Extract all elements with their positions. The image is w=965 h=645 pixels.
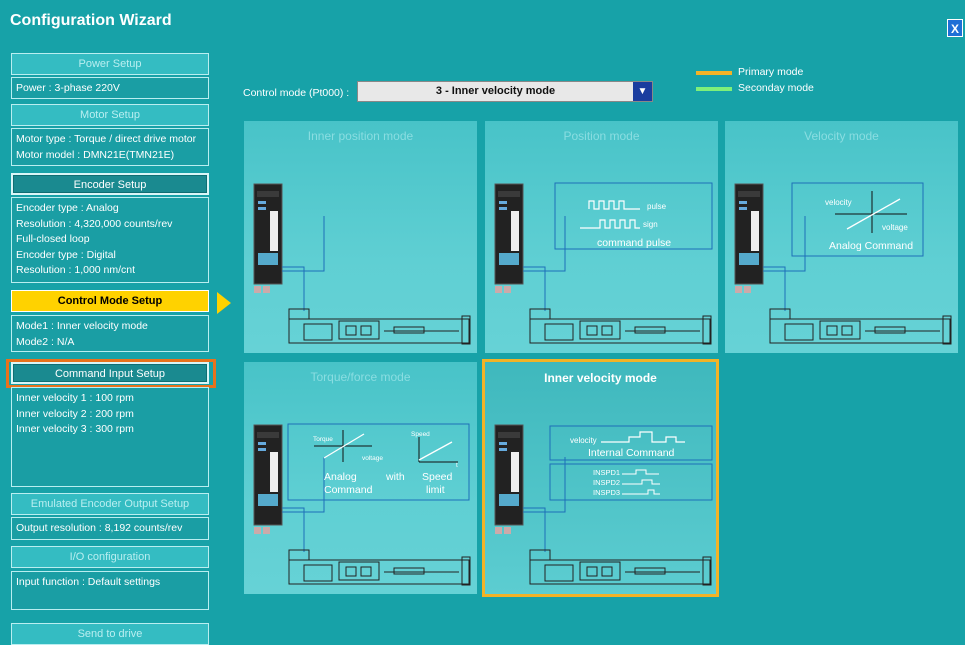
window-title: Configuration Wizard: [10, 12, 172, 29]
servo-drive-icon: [253, 183, 283, 293]
internal-command-diagram: velocity Internal Command INSPD1 INSPD2 …: [549, 425, 713, 501]
inspd2-label: INSPD2: [593, 478, 620, 487]
encoder-line: Resolution : 4,320,000 counts/rev: [16, 217, 173, 230]
encoder-setup-button[interactable]: Encoder Setup: [11, 173, 209, 195]
pulse-wave-icon: [588, 200, 640, 210]
inspd3-wave: [622, 489, 660, 495]
io-configuration-button[interactable]: I/O configuration: [11, 546, 209, 568]
analog-command-diagram: velocity voltage Analog Command: [791, 182, 924, 257]
control-mode-label: Control mode (Pt000) :: [243, 87, 350, 99]
legend-secondary-label: Seconday mode: [738, 82, 814, 94]
velocity-step-icon: [601, 431, 685, 443]
inspd1-wave: [622, 469, 659, 475]
command-input-highlight: [6, 359, 216, 388]
encoder-info: Encoder type : Analog Resolution : 4,320…: [11, 197, 209, 283]
command-input-info: Inner velocity 1 : 100 rpm Inner velocit…: [11, 387, 209, 487]
with-caption: with: [385, 471, 405, 483]
speed-slope: [418, 441, 453, 461]
velocity-label: velocity: [570, 436, 597, 445]
inner-velocity-line: Inner velocity 3 : 300 rpm: [16, 423, 134, 435]
secondary-swatch: [696, 87, 732, 91]
encoder-line: Encoder type : Analog: [16, 202, 119, 214]
io-info: Input function : Default settings: [11, 571, 209, 610]
mode2-line: Mode2 : N/A: [16, 335, 75, 348]
inner-velocity-mode-panel[interactable]: Inner velocity mode velocity Internal Co…: [482, 359, 719, 597]
torque-force-mode-panel[interactable]: Torque/force mode Torque voltage Speed t: [244, 362, 477, 594]
sign-label: sign: [643, 220, 658, 229]
inner-position-mode-panel[interactable]: Inner position mode: [244, 121, 477, 353]
velocity-mode-panel[interactable]: Velocity mode velocity voltage Analog Co…: [725, 121, 958, 353]
torque-axis-label: Torque: [313, 436, 333, 443]
drive-stage-illustration: [253, 183, 471, 345]
command-pulse-caption: command pulse: [597, 237, 671, 249]
send-to-drive-button[interactable]: Send to drive: [11, 623, 209, 645]
emulated-encoder-info: Output resolution : 8,192 counts/rev: [11, 517, 209, 540]
encoder-setup-label: Encoder Setup: [73, 179, 147, 191]
motor-model-line: Motor model : DMN21E(TMN21E): [16, 148, 175, 161]
inner-velocity-line: Inner velocity 1 : 100 rpm: [16, 392, 134, 404]
inspd3-label: INSPD3: [593, 488, 620, 497]
command-caption: Command: [324, 484, 373, 496]
position-mode-panel[interactable]: Position mode pulse sign command pulse: [485, 121, 718, 353]
encoder-line: Encoder type : Digital: [16, 248, 116, 261]
analog-command-caption: Analog Command: [829, 240, 913, 252]
input-function-line: Input function : Default settings: [16, 576, 161, 588]
torque-command-diagram: Torque voltage Speed t Analog Command wi…: [287, 423, 470, 501]
control-mode-select[interactable]: 3 - Inner velocity mode ▼: [357, 81, 653, 102]
inspd1-label: INSPD1: [593, 468, 620, 477]
motor-setup-button[interactable]: Motor Setup: [11, 104, 209, 126]
speed-caption: Speed: [422, 471, 453, 483]
speed-axis-label: Speed: [411, 431, 430, 438]
limit-caption: limit: [426, 484, 445, 496]
speed-time-label: t: [456, 462, 458, 469]
velocity-axis-label: velocity: [825, 198, 852, 207]
diagram-frame: [549, 463, 713, 501]
sign-wave-icon: [580, 219, 640, 229]
mode1-line: Mode1 : Inner velocity mode: [16, 320, 148, 332]
power-info: Power : 3-phase 220V: [11, 77, 209, 99]
inner-velocity-line: Inner velocity 2 : 200 rpm: [16, 407, 134, 420]
legend-primary-label: Primary mode: [738, 66, 804, 78]
power-setup-button[interactable]: Power Setup: [11, 53, 209, 75]
current-step-arrow: [217, 292, 231, 314]
encoder-line: Resolution : 1,000 nm/cnt: [16, 264, 136, 276]
chevron-down-icon[interactable]: ▼: [633, 82, 652, 101]
output-resolution-line: Output resolution : 8,192 counts/rev: [16, 522, 183, 534]
motor-info: Motor type : Torque / direct drive motor…: [11, 128, 209, 166]
linear-stage-icon: [288, 308, 471, 345]
internal-command-caption: Internal Command: [588, 447, 675, 459]
command-pulse-diagram: pulse sign command pulse: [554, 182, 713, 250]
primary-swatch: [696, 71, 732, 75]
torque-voltage-label: voltage: [362, 455, 383, 462]
close-button[interactable]: X: [947, 19, 963, 37]
emulated-encoder-setup-button[interactable]: Emulated Encoder Output Setup: [11, 493, 209, 515]
power-line: Power : 3-phase 220V: [16, 82, 120, 94]
pulse-label: pulse: [647, 202, 667, 211]
title-bar: Configuration Wizard: [0, 0, 965, 42]
control-mode-setup-button[interactable]: Control Mode Setup: [11, 290, 209, 312]
motor-type-line: Motor type : Torque / direct drive motor: [16, 133, 197, 145]
control-mode-value: 3 - Inner velocity mode: [435, 85, 556, 97]
control-mode-info: Mode1 : Inner velocity mode Mode2 : N/A: [11, 315, 209, 352]
inspd2-wave: [622, 479, 660, 485]
encoder-line: Full-closed loop: [16, 233, 90, 245]
analog-caption: Analog: [324, 471, 357, 483]
voltage-axis-label: voltage: [882, 223, 908, 232]
